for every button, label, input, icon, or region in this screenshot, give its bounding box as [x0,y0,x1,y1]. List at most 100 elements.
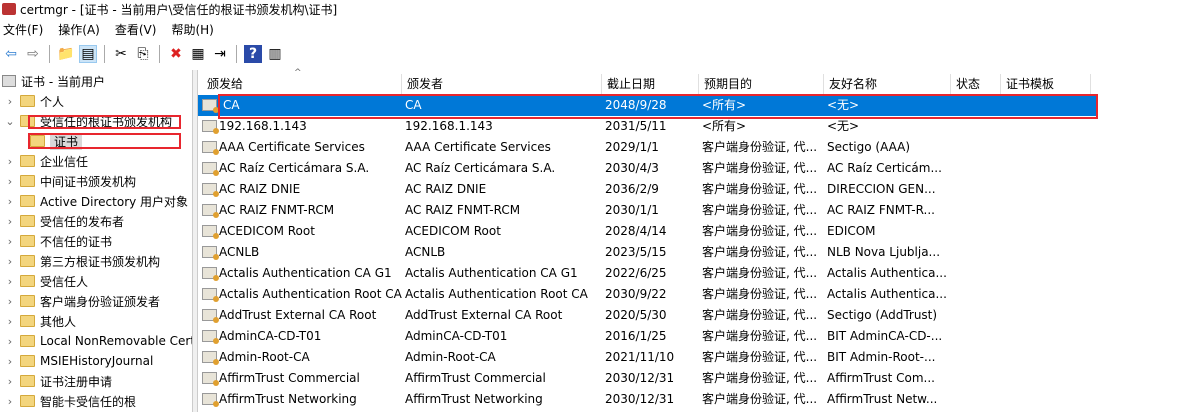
tree-item[interactable]: › Local NonRemovable Certificates [4,331,192,351]
table-row[interactable]: AddTrust External CA Root AddTrust Extern… [198,305,1098,326]
chevron-right-icon[interactable]: › [4,375,16,388]
certificate-store-icon [2,75,16,87]
table-row[interactable]: AC Raíz Certicámara S.A. AC Raíz Certicám… [198,158,1098,179]
cell-text: AC RAIZ DNIE [219,182,301,196]
column-header[interactable]: 友好名称 [824,74,951,94]
table-row[interactable]: AffirmTrust Networking AffirmTrust Networ… [198,389,1098,410]
chevron-right-icon[interactable]: › [4,355,16,368]
table-row[interactable]: CA CA 2048/9/28 <所有> <无> [198,95,1098,116]
chevron-right-icon[interactable]: › [4,395,16,408]
table-row[interactable]: ACEDICOM Root ACEDICOM Root 2028/4/14 客户端身份… [198,221,1098,242]
toolbar-separator [236,45,237,63]
table-row[interactable]: AdminCA-CD-T01 AdminCA-CD-T01 2016/1/25 客户端… [198,326,1098,347]
column-header[interactable]: 颁发者 [402,74,602,94]
table-row[interactable]: AC RAIZ FNMT-RCM AC RAIZ FNMT-RCM 2030/1/1… [198,200,1098,221]
column-header[interactable]: 颁发给 [202,74,402,94]
tree-item[interactable]: › 受信任的发布者 [4,211,124,231]
table-cell: 2030/1/1 [605,203,659,217]
show-hide-tree-icon[interactable]: ▤ [79,45,97,63]
column-header[interactable]: 证书模板 [1001,74,1091,94]
delete-icon[interactable]: ✖ [167,45,185,63]
table-row[interactable]: AffirmTrust Commercial AffirmTrust Commer… [198,368,1098,389]
table-cell: 2030/4/3 [605,161,659,175]
table-row[interactable]: Actalis Authentication CA G1 Actalis Auth… [198,263,1098,284]
chevron-right-icon[interactable]: › [4,235,16,248]
table-row[interactable]: Admin-Root-CA Admin-Root-CA 2021/11/10 客户端身… [198,347,1098,368]
certmgr-app-icon [2,3,16,15]
tree-item[interactable]: › MSIEHistoryJournal [4,351,154,371]
chevron-right-icon[interactable]: › [4,195,16,208]
tree-item[interactable]: › Active Directory 用户对象 [4,191,188,211]
menu-item[interactable]: 操作(A) [55,21,106,38]
tree-item[interactable]: › 中间证书颁发机构 [4,171,136,191]
tree-item[interactable]: ⌄ 受信任的根证书颁发机构 [4,111,172,131]
tree-item[interactable]: › 智能卡受信任的根 [4,391,136,411]
table-cell: 客户端身份验证, 代... [702,245,818,259]
chevron-down-icon[interactable]: ⌄ [4,115,16,128]
table-row[interactable]: AC RAIZ DNIE AC RAIZ DNIE 2036/2/9 客户端身份验证,… [198,179,1098,200]
menu-item[interactable]: 帮助(H) [168,21,219,38]
chevron-right-icon[interactable]: › [4,315,16,328]
tree-item-label: 企业信任 [40,154,89,169]
chevron-right-icon[interactable]: › [4,95,16,108]
action-pane-icon[interactable]: ▥ [266,45,284,63]
chevron-right-icon[interactable]: › [4,335,16,348]
cut-icon[interactable]: ✂ [112,45,130,63]
table-row[interactable]: Actalis Authentication Root CA Actalis Au… [198,284,1098,305]
properties-icon[interactable]: ▦ [189,45,207,63]
folder-icon [20,375,35,387]
chevron-right-icon[interactable]: › [4,295,16,308]
tree-item[interactable]: › 企业信任 [4,151,88,171]
title-bar: certmgr - [证书 - 当前用户\受信任的根证书颁发机构\证书] [0,0,1193,18]
cell-issued-to: Admin-Root-CA [202,347,402,368]
chevron-right-icon[interactable]: › [4,215,16,228]
chevron-right-icon[interactable]: › [4,155,16,168]
column-header[interactable]: 预期目的 [699,74,824,94]
chevron-right-icon[interactable]: › [4,275,16,288]
certificate-icon [202,161,219,176]
tree-item[interactable]: › 不信任的证书 [4,231,112,251]
column-header[interactable]: 状态 [951,74,1001,94]
table-row[interactable]: AAA Certificate Services AAA Certificate … [198,137,1098,158]
export-icon[interactable]: ⇥ [211,45,229,63]
help-icon[interactable]: ? [244,45,262,63]
toolbar: ⇦ ⇨ 📁 ▤ ✂ ⎘ ✖ ▦ ⇥? ▥ [0,42,284,66]
tree-item[interactable]: 证书 [26,131,83,151]
menu-item[interactable]: 查看(V) [112,21,163,38]
table-cell: AffirmTrust Netw... [827,392,938,406]
forward-arrow-icon[interactable]: ⇨ [24,45,42,63]
table-cell: DIRECCION GEN... [827,182,936,196]
menu-item[interactable]: 文件(F) [0,21,49,38]
certificate-icon [202,224,219,239]
tree-item[interactable]: › 证书注册申请 [4,371,112,391]
tree-item[interactable]: › 受信任人 [4,271,88,291]
up-folder-icon[interactable]: 📁 [57,45,75,63]
table-row[interactable]: ACNLB ACNLB 2023/5/15 客户端身份验证, 代... NLB Nova… [198,242,1098,263]
table-cell: 客户端身份验证, 代... [702,371,818,385]
cell-issued-to: CA [202,95,402,116]
back-arrow-icon[interactable]: ⇦ [2,45,20,63]
table-cell: AffirmTrust Commercial [405,371,546,385]
folder-icon [20,95,35,107]
folder-icon [20,315,35,327]
table-cell: 2030/12/31 [605,371,675,385]
tree-item[interactable]: › 其他人 [4,311,76,331]
folder-icon [20,155,35,167]
tree-item[interactable]: › 个人 [4,91,64,111]
cell-text: AddTrust External CA Root [219,308,377,322]
table-row[interactable]: 192.168.1.143 192.168.1.143 2031/5/11 <所有> <… [198,116,1098,137]
tree-item-label: 不信任的证书 [40,234,113,249]
column-header[interactable]: 截止日期 [602,74,699,94]
table-cell: 客户端身份验证, 代... [702,329,818,343]
cell-text: AdminCA-CD-T01 [219,329,322,343]
chevron-right-icon[interactable]: › [4,255,16,268]
table-cell: 2022/6/25 [605,266,667,280]
tree-root[interactable]: 证书 - 当前用户 [2,71,105,91]
tree-item[interactable]: › 客户端身份验证颁发者 [4,291,160,311]
menu-bar: 文件(F) 操作(A) 查看(V) 帮助(H) [0,20,226,38]
chevron-right-icon[interactable]: › [4,175,16,188]
certificate-list: ^ 颁发给 颁发者 截止日期 预期目的 友好名称 状态 证书模板 CA CA 2048/9/28 <… [197,68,1193,412]
copy-icon[interactable]: ⎘ [134,45,152,63]
certificate-icon [202,266,219,281]
tree-item[interactable]: › 第三方根证书颁发机构 [4,251,160,271]
